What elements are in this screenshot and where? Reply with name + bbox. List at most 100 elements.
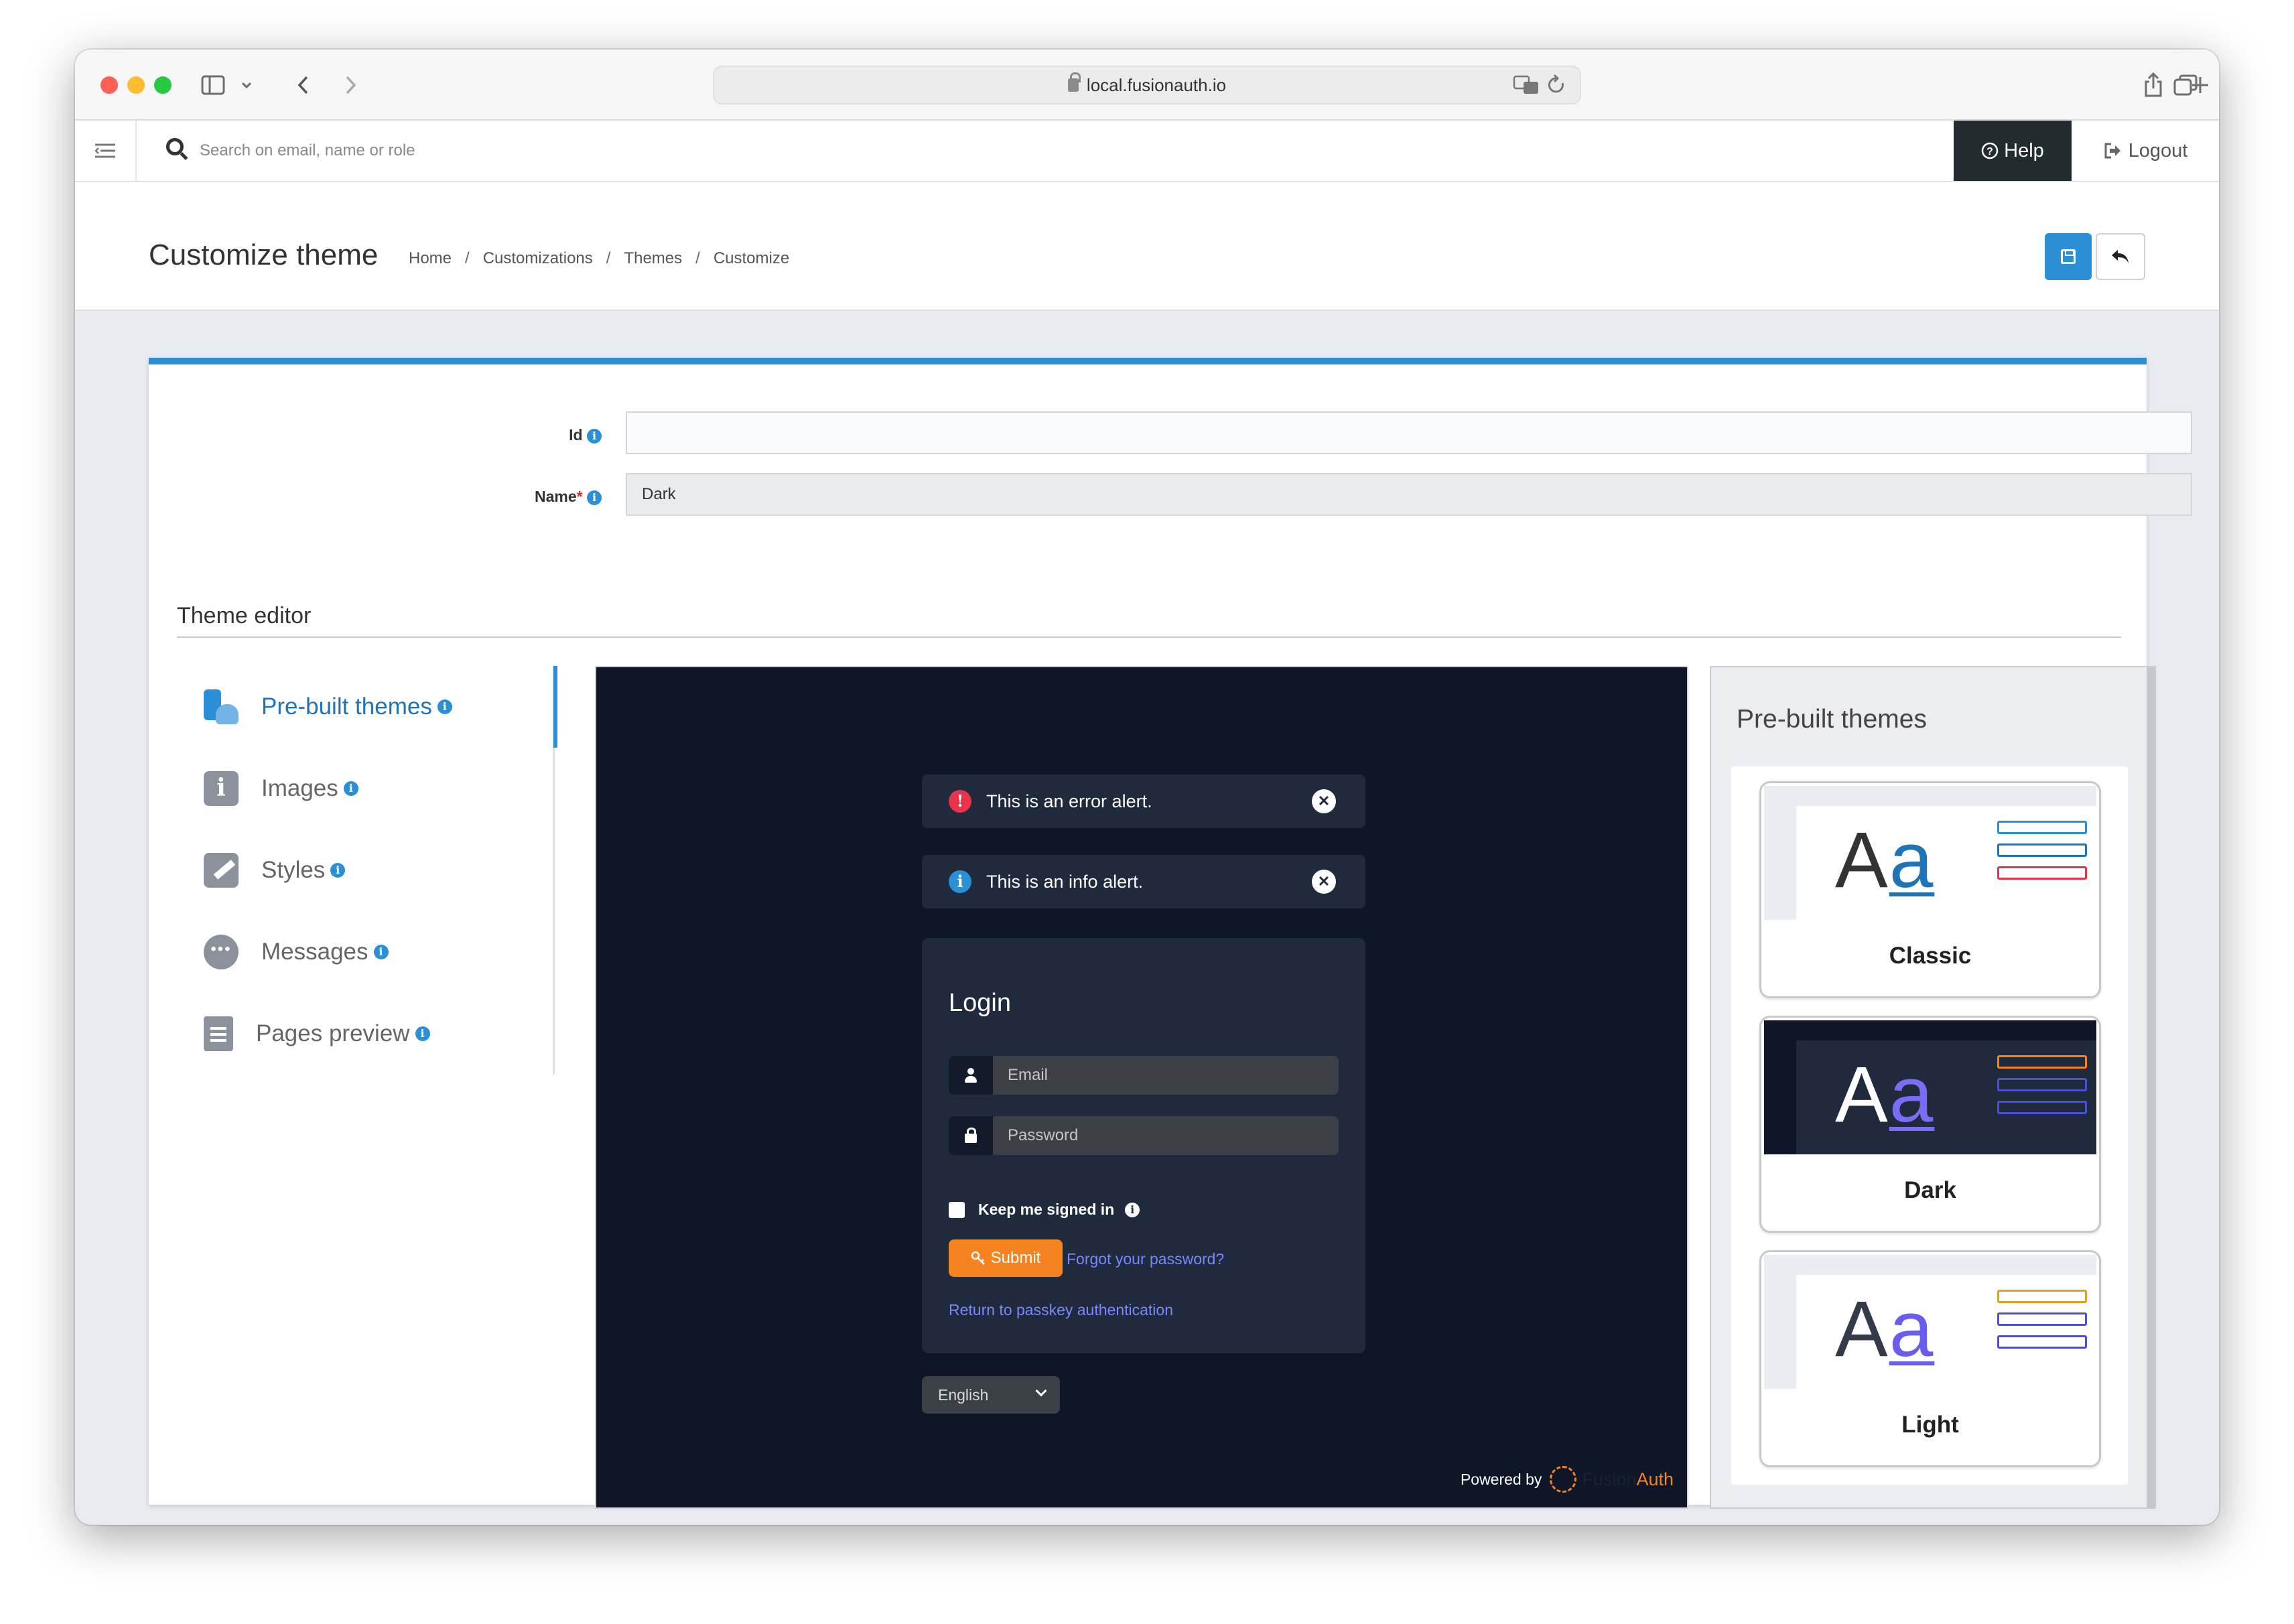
help-button[interactable]: ? Help [1954, 121, 2072, 181]
question-circle-icon: ? [1981, 142, 1999, 159]
info-icon[interactable]: i [330, 863, 346, 878]
theme-preview: ! This is an error alert. ✕ i This is an… [595, 666, 1688, 1509]
tab-images[interactable]: Images i [177, 748, 555, 829]
language-value: English [938, 1385, 989, 1404]
chevron-down-icon [1035, 1385, 1047, 1397]
info-icon[interactable]: i [587, 428, 602, 444]
breadcrumb-separator: / [606, 249, 611, 267]
breadcrumb-themes[interactable]: Themes [624, 249, 682, 268]
name-field[interactable] [626, 473, 2192, 516]
tab-label: Pre-built themes [261, 693, 432, 720]
search-icon [166, 138, 184, 155]
password-input[interactable]: Password [993, 1116, 1339, 1155]
chevron-down-icon[interactable] [233, 67, 260, 103]
floppy-disk-icon [2061, 249, 2076, 264]
passkey-link[interactable]: Return to passkey authentication [949, 1301, 1173, 1319]
menu-list-icon [95, 143, 115, 158]
person-palette-icon [204, 689, 239, 724]
tab-label: Images [261, 775, 338, 801]
minimize-window-button[interactable] [127, 76, 145, 94]
theme-name: Dark [1904, 1177, 1956, 1203]
cancel-back-button[interactable] [2096, 233, 2145, 280]
reply-arrow-icon [2112, 250, 2129, 263]
exclamation-circle-icon: ! [949, 790, 971, 813]
fusionauth-logo-icon [1550, 1466, 1577, 1493]
tab-label: Styles [261, 857, 326, 883]
submit-label: Submit [990, 1249, 1041, 1267]
menu-toggle-button[interactable] [75, 121, 137, 181]
themes-scrollbar[interactable] [2147, 667, 2155, 1509]
user-icon [949, 1056, 993, 1095]
keep-signed-in-label: Keep me signed in [978, 1201, 1115, 1218]
close-window-button[interactable] [100, 76, 118, 94]
theme-card-light[interactable]: Aa Light [1759, 1250, 2101, 1467]
login-title: Login [949, 989, 1011, 1017]
info-icon[interactable]: i [437, 699, 452, 714]
info-icon[interactable]: i [587, 490, 602, 505]
info-circle-icon: i [949, 870, 971, 893]
theme-swatch: Aa [1764, 1255, 2096, 1389]
chat-bubble-icon [204, 935, 239, 969]
keep-signed-in-checkbox[interactable] [949, 1201, 965, 1218]
breadcrumb: Home / Customizations / Themes / Customi… [409, 249, 789, 268]
id-label-text: Id [569, 426, 583, 444]
info-alert-text: This is an info alert. [986, 871, 1144, 892]
back-arrow-icon[interactable] [287, 67, 320, 103]
theme-editor-tabs: Pre-built themes i Images i Styles i Mes… [177, 666, 557, 1075]
breadcrumb-home[interactable]: Home [409, 249, 452, 268]
section-divider [177, 636, 2121, 638]
themes-panel-title: Pre-built themes [1737, 705, 1927, 734]
language-select[interactable]: English [922, 1376, 1060, 1414]
password-group: Password [949, 1116, 1339, 1155]
zoom-window-button[interactable] [154, 76, 172, 94]
info-icon[interactable]: i [1125, 1202, 1140, 1217]
email-input[interactable]: Email [993, 1056, 1339, 1095]
theme-card-classic[interactable]: Aa Classic [1759, 781, 2101, 998]
save-button[interactable] [2045, 233, 2092, 280]
login-card: Login Email Password Keep me signed in i… [922, 938, 1365, 1353]
address-bar[interactable]: local.fusionauth.io [713, 66, 1581, 105]
fusionauth-wordmark: FusionAuth [1582, 1469, 1674, 1489]
tab-styles[interactable]: Styles i [177, 829, 555, 911]
tab-messages[interactable]: Messages i [177, 911, 555, 993]
url-text: local.fusionauth.io [1086, 74, 1227, 95]
name-label: Name* i [334, 488, 602, 506]
submit-button[interactable]: Submit [949, 1239, 1063, 1277]
svg-text:?: ? [1986, 146, 1993, 157]
themes-list: Aa Classic Aa Dark Aa Light [1731, 766, 2128, 1485]
id-label: Id i [334, 426, 602, 444]
logout-button[interactable]: Logout [2072, 121, 2219, 181]
info-icon[interactable]: i [373, 945, 389, 959]
keep-signed-in: Keep me signed in i [949, 1201, 1140, 1219]
tab-label: Messages [261, 939, 368, 965]
breadcrumb-customizations[interactable]: Customizations [483, 249, 593, 268]
app-topbar: ? Help Logout [75, 121, 2219, 182]
info-icon[interactable]: i [343, 781, 358, 796]
search-input[interactable] [200, 134, 1138, 167]
forgot-password-link[interactable]: Forgot your password? [1067, 1250, 1224, 1268]
sign-out-icon [2104, 143, 2120, 159]
logout-label: Logout [2128, 139, 2188, 161]
tab-label: Pages preview [256, 1020, 410, 1046]
help-label: Help [2004, 139, 2044, 161]
tab-pre-built-themes[interactable]: Pre-built themes i [177, 666, 557, 748]
share-icon[interactable] [2140, 67, 2167, 103]
powered-by: Powered by FusionAuth [1461, 1466, 1674, 1493]
tab-pages-preview[interactable]: Pages preview i [177, 993, 555, 1075]
forward-arrow-icon[interactable] [334, 67, 367, 103]
id-field[interactable] [626, 411, 2192, 454]
close-icon[interactable]: ✕ [1312, 789, 1336, 813]
page-title: Customize theme [149, 239, 379, 271]
sidebar-toggle-icon[interactable] [193, 67, 233, 103]
translate-icon[interactable] [1513, 74, 1540, 96]
reload-icon[interactable] [1546, 74, 1566, 96]
theme-card-dark[interactable]: Aa Dark [1759, 1016, 2101, 1233]
document-icon [204, 1016, 233, 1051]
close-icon[interactable]: ✕ [1312, 870, 1336, 894]
info-icon[interactable]: i [415, 1026, 430, 1041]
brush-icon [204, 853, 239, 888]
tab-overview-icon[interactable] [2165, 67, 2206, 103]
pre-built-themes-panel: Pre-built themes Aa Classic Aa Dark Aa L… [1710, 666, 2156, 1509]
theme-swatch: Aa [1764, 786, 2096, 920]
lock-icon [949, 1116, 993, 1155]
